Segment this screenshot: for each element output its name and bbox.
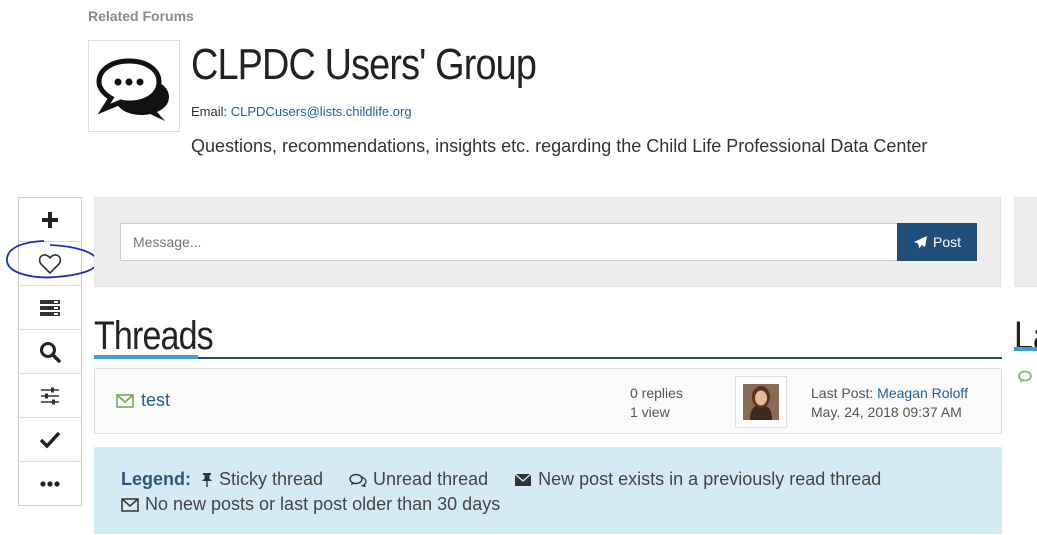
- add-icon: [42, 211, 58, 228]
- side-heading: La: [1014, 314, 1037, 358]
- last-post-date: May. 24, 2018 09:37 AM: [811, 404, 962, 420]
- forum-title: CLPDC Users' Group: [191, 40, 537, 89]
- threads-divider: [94, 357, 1002, 359]
- envelope-filled-icon: [514, 472, 532, 486]
- sliders-icon: [41, 387, 59, 404]
- mark-read-button[interactable]: [19, 418, 81, 462]
- threads-heading: Threads: [94, 314, 214, 358]
- forum-description: Questions, recommendations, insights etc…: [191, 136, 928, 156]
- last-post-author-link[interactable]: Meagan Roloff: [877, 385, 968, 401]
- user-photo: [743, 384, 779, 420]
- post-button[interactable]: Post: [897, 223, 977, 261]
- legend-panel: [94, 447, 1002, 534]
- pin-icon: [202, 472, 212, 487]
- checkmark-icon: [39, 431, 61, 449]
- unread-thread-icon: [1018, 370, 1032, 383]
- legend-new-post: New post exists in a previously read thr…: [538, 469, 882, 489]
- more-icon: [40, 480, 60, 487]
- speech-bubbles-icon: [96, 58, 169, 121]
- email-label: Email:: [191, 104, 228, 119]
- message-input[interactable]: [120, 223, 898, 261]
- search-button[interactable]: [19, 330, 81, 374]
- forum-email-line: Email: CLPDCusers@lists.childlife.org: [191, 104, 412, 119]
- legend-row-2: No new posts or last post older than 30 …: [121, 494, 500, 515]
- view-count: 1 view: [630, 404, 670, 420]
- email-link[interactable]: CLPDCusers@lists.childlife.org: [231, 104, 412, 119]
- thread-title: test: [141, 390, 171, 410]
- legend-row-1: Legend: Sticky thread Unread thread New …: [121, 469, 881, 490]
- envelope-icon: [116, 393, 134, 408]
- threads-heading-accent: [94, 355, 198, 359]
- side-heading-accent: [1014, 347, 1037, 351]
- legend-sticky: Sticky thread: [219, 469, 324, 489]
- related-forums-label: Related Forums: [88, 8, 194, 24]
- avatar[interactable]: [735, 376, 787, 428]
- legend-no-new: No new posts or last post older than 30 …: [145, 494, 501, 514]
- thread-title-link[interactable]: test: [116, 390, 170, 411]
- list-icon: [40, 299, 60, 316]
- forum-avatar: [88, 40, 180, 132]
- view-list-button[interactable]: [19, 286, 81, 330]
- annotation-circle: [6, 240, 98, 279]
- more-button[interactable]: [19, 462, 81, 505]
- side-panel: [1014, 197, 1037, 287]
- last-post-info: Last Post: Meagan Roloff May. 24, 2018 0…: [811, 384, 968, 422]
- legend-unread: Unread thread: [373, 469, 489, 489]
- thread-stats: 0 replies 1 view: [630, 384, 683, 422]
- filter-button[interactable]: [19, 374, 81, 418]
- search-icon: [40, 341, 61, 363]
- reply-count: 0 replies: [630, 385, 683, 401]
- last-post-label: Last Post:: [811, 385, 874, 401]
- add-button[interactable]: [19, 198, 81, 242]
- unread-bubbles-icon: [349, 473, 367, 487]
- send-icon: [913, 235, 927, 248]
- post-button-label: Post: [932, 234, 961, 250]
- envelope-outline-icon: [121, 497, 139, 512]
- legend-title: Legend:: [121, 469, 191, 489]
